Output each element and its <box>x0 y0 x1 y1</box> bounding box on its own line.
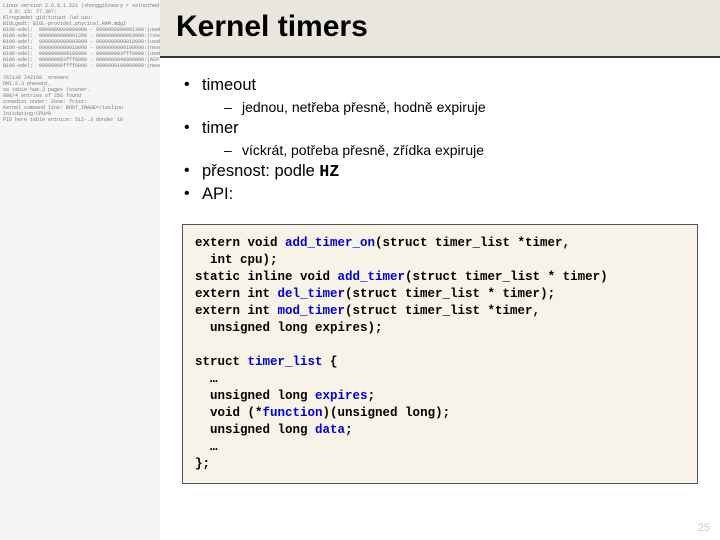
code-text: { <box>323 355 338 369</box>
code-fn: del_timer <box>278 287 346 301</box>
content-area: timeout jednou, netřeba přesně, hodně ex… <box>160 58 720 216</box>
bullet-timer: timer víckrát, potřeba přesně, zřídka ex… <box>182 119 698 158</box>
code-fn: timer_list <box>248 355 323 369</box>
code-text: )(unsigned long); <box>323 406 451 420</box>
code-fn: function <box>263 406 323 420</box>
code-text: extern int <box>195 287 278 301</box>
slide: Kernel timers timeout jednou, netřeba př… <box>160 0 720 540</box>
code-text: ; <box>368 389 376 403</box>
code-fn: expires <box>315 389 368 403</box>
code-text: (struct timer_list * timer); <box>345 287 555 301</box>
code-text: struct <box>195 355 248 369</box>
code-text: … <box>195 440 218 454</box>
code-text: unsigned long <box>195 389 315 403</box>
code-fn: data <box>315 423 345 437</box>
code-fn: add_timer_on <box>285 236 375 250</box>
code-text: extern void <box>195 236 285 250</box>
bullet-label: timer <box>202 119 239 137</box>
code-text: void (* <box>195 406 263 420</box>
code-text: extern int <box>195 304 278 318</box>
code-text: }; <box>195 457 210 471</box>
code-text: (struct timer_list * timer) <box>405 270 608 284</box>
sub-bullet: víckrát, potřeba přesně, zřídka expiruje <box>224 142 698 158</box>
sub-bullet: jednou, netřeba přesně, hodně expiruje <box>224 99 698 115</box>
code-text: static inline void <box>195 270 338 284</box>
title-bar: Kernel timers <box>160 0 720 58</box>
bullet-precision: přesnost: podle HZ <box>182 162 698 181</box>
bg-code-strip: Linux version 2.6.8.1.521 (xhonggikosary… <box>0 0 160 540</box>
page-title: Kernel timers <box>176 10 704 44</box>
code-text: … <box>195 372 218 386</box>
code-text: ; <box>345 423 353 437</box>
bullet-timeout: timeout jednou, netřeba přesně, hodně ex… <box>182 76 698 115</box>
bullet-label: API: <box>202 185 233 203</box>
bullet-label: timeout <box>202 76 256 94</box>
page-number: 25 <box>698 522 710 534</box>
code-fn: add_timer <box>338 270 406 284</box>
bullet-api: API: <box>182 185 698 204</box>
code-fn: mod_timer <box>278 304 346 318</box>
bullet-label: přesnost: podle <box>202 162 319 180</box>
hz-literal: HZ <box>319 162 339 181</box>
code-text: unsigned long <box>195 423 315 437</box>
code-block: extern void add_timer_on (struct timer_li… <box>182 224 698 484</box>
